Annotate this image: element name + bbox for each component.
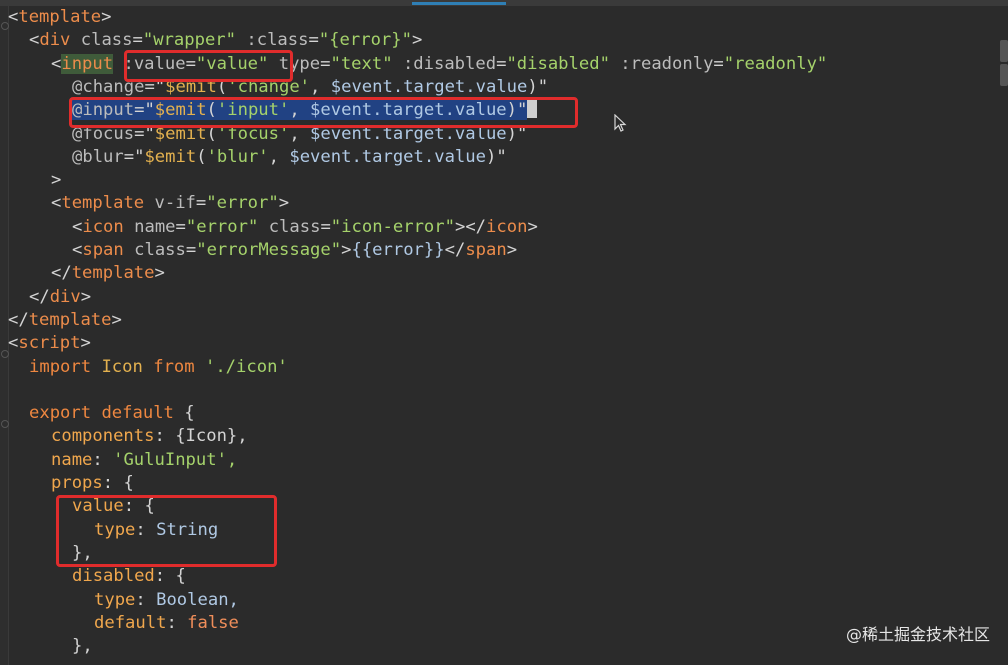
- string-arg: 'blur': [206, 146, 269, 167]
- attr-name: class: [80, 30, 133, 51]
- code-line-25: disabled: {: [72, 566, 186, 587]
- attr-value: "errorMessage": [196, 240, 342, 260]
- code-line-7: @blur="$emit('blur', $event.target.value…: [72, 146, 507, 167]
- fold-marker-icon[interactable]: [1, 350, 9, 358]
- input-tag: input: [61, 53, 114, 74]
- code-line-11: <span class="errorMessage">{{error}}</sp…: [72, 240, 518, 260]
- import-keyword: import: [29, 356, 92, 377]
- attr-name: v-if: [154, 193, 196, 214]
- code-line-18: export default {: [29, 402, 195, 425]
- attr-name: class: [268, 216, 321, 237]
- template-tag: template: [28, 309, 112, 330]
- watermark: @稀土掘金技术社区: [845, 625, 990, 644]
- event-expr: $event.target.value: [289, 146, 486, 167]
- attr-value: "wrapper": [142, 30, 237, 51]
- object-key: name: [51, 449, 93, 470]
- from-keyword: from: [153, 356, 195, 377]
- template-tag: template: [61, 193, 145, 214]
- attr-value: "{error}": [318, 30, 412, 51]
- brace: },: [72, 636, 93, 657]
- attr-name: class: [134, 240, 186, 260]
- object-key: default: [94, 612, 167, 633]
- code-line-15: <script>: [8, 333, 91, 354]
- attr-value: "icon-error": [330, 216, 455, 237]
- code-line-16: import Icon from './icon': [29, 356, 288, 379]
- span-tag: span: [465, 240, 507, 260]
- template-tag: template: [18, 7, 102, 27]
- code-line-20: name: 'GuluInput',: [51, 449, 238, 470]
- annotation-box-value-binding: [124, 50, 293, 82]
- object-value: false: [187, 612, 239, 633]
- annotation-box-input-event: [69, 97, 578, 128]
- script-tag: script: [18, 333, 81, 354]
- code-line-12: </template>: [51, 263, 165, 284]
- code-line-8: >: [51, 169, 61, 192]
- code-line-1: <template>: [8, 7, 112, 27]
- span-tag: span: [82, 240, 124, 260]
- brace: {: [184, 403, 195, 424]
- fold-marker-icon[interactable]: [1, 22, 9, 30]
- attr-name: :readonly: [620, 53, 714, 74]
- template-tag: template: [71, 263, 155, 284]
- div-tag: div: [49, 286, 81, 307]
- annotation-box-value-prop: [56, 495, 277, 567]
- object-key: components: [51, 426, 155, 447]
- object-key: props: [51, 473, 103, 493]
- code-line-19: components: {Icon},: [51, 426, 248, 447]
- icon-tag: icon: [486, 216, 528, 237]
- default-keyword: default: [101, 403, 174, 424]
- attr-value: "error": [185, 216, 259, 237]
- code-line-9: <template v-if="error">: [51, 193, 290, 214]
- event-expr: $event.target.value: [330, 76, 528, 97]
- emit-call: $emit: [144, 146, 197, 167]
- tag-close-bracket: >: [51, 170, 62, 191]
- scrollbar-marker[interactable]: [1000, 40, 1008, 62]
- attr-name: name: [134, 216, 176, 237]
- icon-tag: icon: [82, 216, 124, 237]
- interpolation: {{error}}: [351, 240, 445, 260]
- code-line-28: },: [72, 635, 93, 658]
- code-line-21: props: {: [51, 473, 134, 493]
- mouse-pointer-icon: [614, 114, 627, 132]
- brace: {: [123, 473, 134, 493]
- code-line-10: <icon name="error" class="icon-error"></…: [72, 216, 538, 237]
- object-key: disabled: [72, 566, 155, 587]
- code-line-26: type: Boolean,: [94, 589, 239, 610]
- code-line-27: default: false: [94, 612, 239, 633]
- fold-marker-icon[interactable]: [1, 420, 9, 428]
- code-line-13: </div>: [29, 286, 92, 307]
- active-tab-indicator[interactable]: [412, 2, 506, 5]
- module-path: './icon': [204, 356, 288, 377]
- scrollbar-marker[interactable]: [1000, 64, 1008, 86]
- attr-name: :class: [246, 30, 309, 51]
- div-tag: div: [39, 30, 71, 51]
- brace: {: [175, 566, 186, 587]
- identifier: Icon: [101, 356, 143, 377]
- object-value: 'GuluInput',: [113, 449, 238, 470]
- attr-value: "disabled": [506, 53, 610, 74]
- attr-value: "error": [206, 193, 279, 214]
- object-value: Boolean,: [156, 589, 239, 610]
- attr-value: "readonly": [723, 53, 828, 74]
- attr-name: :disabled: [402, 53, 497, 74]
- code-line-14: </template>: [8, 309, 122, 330]
- attr-name: @blur: [72, 146, 124, 167]
- object-key: type: [94, 589, 136, 610]
- attr-value: "text": [330, 53, 393, 74]
- export-keyword: export: [29, 403, 92, 424]
- object-value: {Icon},: [175, 426, 248, 447]
